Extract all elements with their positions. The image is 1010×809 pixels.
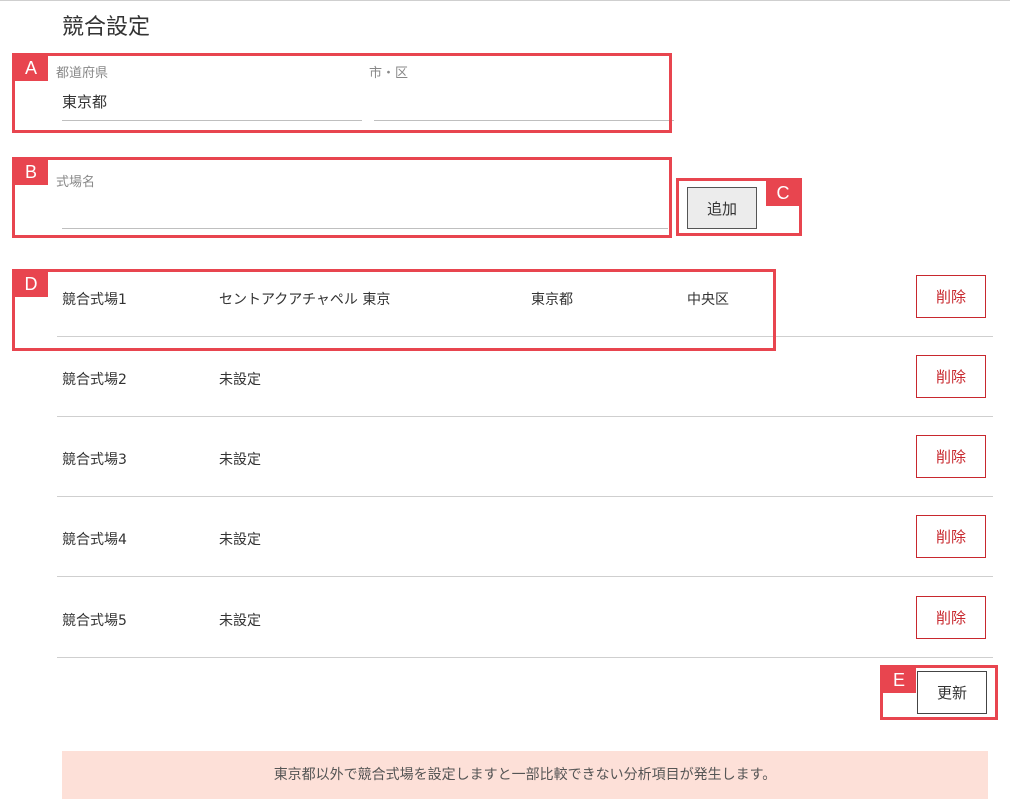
venue-name-label: 式場名	[56, 175, 96, 190]
prefecture-label: 都道府県	[56, 66, 109, 81]
competitor-label: 競合式場3	[62, 452, 127, 468]
prefecture-input[interactable]: 東京都	[62, 91, 107, 112]
warning-notice: 東京都以外で競合式場を設定しますと一部比較できない分析項目が発生します。	[62, 751, 988, 799]
delete-button[interactable]: 削除	[916, 275, 986, 318]
competitor-name: 未設定	[219, 613, 261, 629]
top-divider	[0, 0, 1010, 1]
delete-button[interactable]: 削除	[916, 515, 986, 558]
competitor-name: 未設定	[219, 532, 261, 548]
competitor-label: 競合式場5	[62, 613, 127, 629]
competitor-row-1: 競合式場1 セントアクアチャペル 東京 東京都 中央区 削除	[57, 257, 993, 337]
competitor-row-2: 競合式場2 未設定 削除	[57, 337, 993, 417]
competitor-name: 未設定	[219, 372, 261, 388]
competitor-prefecture: 東京都	[531, 292, 573, 308]
update-button[interactable]: 更新	[917, 671, 987, 714]
delete-button[interactable]: 削除	[916, 355, 986, 398]
competitor-name: 未設定	[219, 452, 261, 468]
competitor-row-4: 競合式場4 未設定 削除	[57, 497, 993, 577]
competitor-label: 競合式場4	[62, 532, 127, 548]
add-button[interactable]: 追加	[687, 187, 757, 229]
annotation-tag-a: A	[14, 55, 48, 81]
competitor-city: 中央区	[687, 292, 729, 308]
city-label: 市・区	[369, 66, 409, 81]
competitor-row-5: 競合式場5 未設定 削除	[57, 578, 993, 658]
venue-name-underline	[62, 228, 668, 229]
delete-button[interactable]: 削除	[916, 435, 986, 478]
city-underline	[374, 120, 674, 121]
competitor-name: セントアクアチャペル 東京	[219, 292, 391, 308]
row-divider	[57, 657, 993, 658]
prefecture-underline	[62, 120, 362, 121]
annotation-tag-e: E	[882, 667, 916, 693]
annotation-box-b	[12, 157, 672, 238]
annotation-tag-c: C	[766, 180, 800, 206]
row-divider	[57, 576, 993, 577]
annotation-box-a	[12, 53, 672, 133]
annotation-tag-d: D	[14, 271, 48, 297]
page-title: 競合設定	[62, 15, 151, 40]
competitor-label: 競合式場2	[62, 372, 127, 388]
competitor-row-3: 競合式場3 未設定 削除	[57, 417, 993, 497]
annotation-tag-b: B	[14, 159, 48, 185]
competitor-label: 競合式場1	[62, 292, 127, 308]
delete-button[interactable]: 削除	[916, 596, 986, 639]
